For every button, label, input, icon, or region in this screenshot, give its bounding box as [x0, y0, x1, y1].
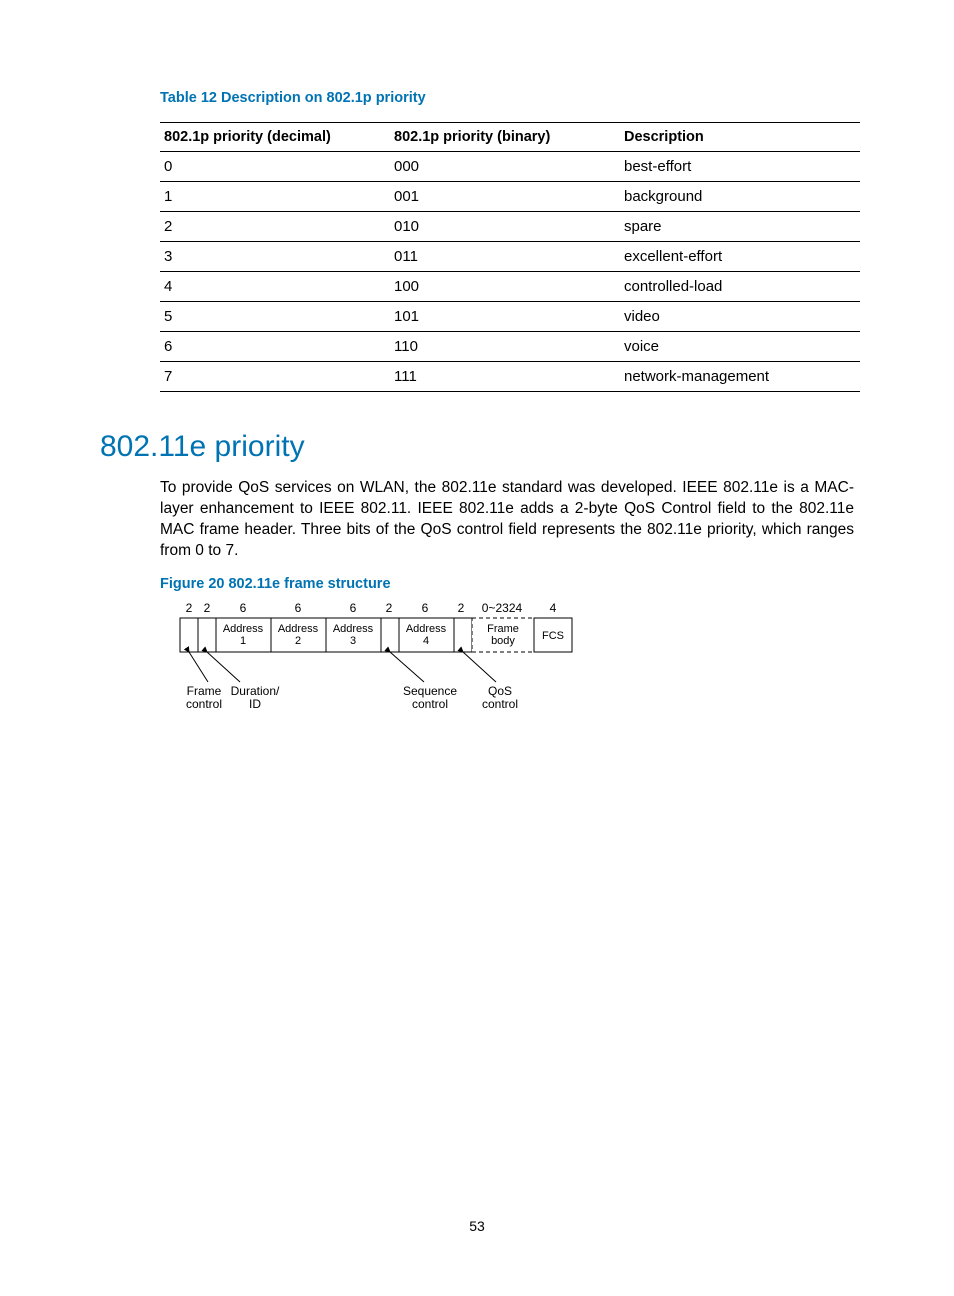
- width-label: 2: [186, 601, 193, 615]
- callout-line: [207, 652, 240, 682]
- cell: 5: [160, 302, 390, 332]
- box-label: Address: [406, 623, 447, 635]
- cell: 111: [390, 362, 620, 392]
- cell: best-effort: [620, 152, 860, 182]
- callout-label: Sequence: [403, 684, 457, 698]
- callout-line: [463, 652, 496, 682]
- box-label: Address: [223, 623, 264, 635]
- cell: 7: [160, 362, 390, 392]
- section-heading: 802.11e priority: [100, 430, 854, 464]
- frame-box: [198, 618, 216, 652]
- table-row: 0000best-effort: [160, 152, 860, 182]
- col-header-decimal: 802.1p priority (decimal): [160, 123, 390, 152]
- callout-label: Duration/: [231, 684, 280, 698]
- table-row: 3011excellent-effort: [160, 242, 860, 272]
- table-row: 5101video: [160, 302, 860, 332]
- width-label: 6: [240, 601, 247, 615]
- box-label: 1: [240, 635, 246, 647]
- width-label: 6: [350, 601, 357, 615]
- table-row: 4100controlled-load: [160, 272, 860, 302]
- cell: network-management: [620, 362, 860, 392]
- frame-structure-svg: 2 2 6 6 6 2 6 2 0~2324 4 Address: [160, 600, 640, 720]
- width-label: 6: [422, 601, 429, 615]
- body-paragraph: To provide QoS services on WLAN, the 802…: [160, 478, 854, 562]
- box-label: Frame: [487, 623, 519, 635]
- box-label: FCS: [542, 630, 564, 642]
- frame-box: [454, 618, 472, 652]
- width-label: 2: [386, 601, 393, 615]
- width-label: 4: [550, 601, 557, 615]
- callout-line: [390, 652, 424, 682]
- cell: controlled-load: [620, 272, 860, 302]
- frame-box: [180, 618, 198, 652]
- box-label: Address: [278, 623, 319, 635]
- page-number: 53: [0, 1218, 954, 1234]
- cell: excellent-effort: [620, 242, 860, 272]
- box-label: body: [491, 635, 515, 647]
- table-row: 1001background: [160, 182, 860, 212]
- cell: 101: [390, 302, 620, 332]
- cell: voice: [620, 332, 860, 362]
- width-label: 6: [295, 601, 302, 615]
- table-caption: Table 12 Description on 802.1p priority: [160, 90, 854, 106]
- cell: 000: [390, 152, 620, 182]
- cell: 4: [160, 272, 390, 302]
- width-label: 0~2324: [482, 601, 523, 615]
- col-header-binary: 802.1p priority (binary): [390, 123, 620, 152]
- width-label: 2: [458, 601, 465, 615]
- table-row: 2010spare: [160, 212, 860, 242]
- callout-label: ID: [249, 697, 261, 711]
- table-row: 7111network-management: [160, 362, 860, 392]
- box-label: 4: [423, 635, 429, 647]
- cell: 2: [160, 212, 390, 242]
- callout-label: control: [186, 697, 222, 711]
- callout-label: Frame: [187, 684, 222, 698]
- cell: video: [620, 302, 860, 332]
- cell: 010: [390, 212, 620, 242]
- width-label: 2: [204, 601, 211, 615]
- cell: spare: [620, 212, 860, 242]
- cell: 011: [390, 242, 620, 272]
- cell: 1: [160, 182, 390, 212]
- priority-table: 802.1p priority (decimal) 802.1p priorit…: [160, 122, 860, 392]
- box-label: 2: [295, 635, 301, 647]
- cell: 100: [390, 272, 620, 302]
- cell: 0: [160, 152, 390, 182]
- cell: background: [620, 182, 860, 212]
- frame-structure-figure: 2 2 6 6 6 2 6 2 0~2324 4 Address: [160, 600, 854, 720]
- callout-label: control: [412, 697, 448, 711]
- col-header-description: Description: [620, 123, 860, 152]
- table-row: 6110voice: [160, 332, 860, 362]
- cell: 001: [390, 182, 620, 212]
- box-label: 3: [350, 635, 356, 647]
- callout-label: QoS: [488, 684, 512, 698]
- frame-box: [381, 618, 399, 652]
- cell: 3: [160, 242, 390, 272]
- callout-line: [189, 652, 208, 682]
- callout-label: control: [482, 697, 518, 711]
- cell: 110: [390, 332, 620, 362]
- figure-caption: Figure 20 802.11e frame structure: [160, 576, 854, 592]
- box-label: Address: [333, 623, 374, 635]
- cell: 6: [160, 332, 390, 362]
